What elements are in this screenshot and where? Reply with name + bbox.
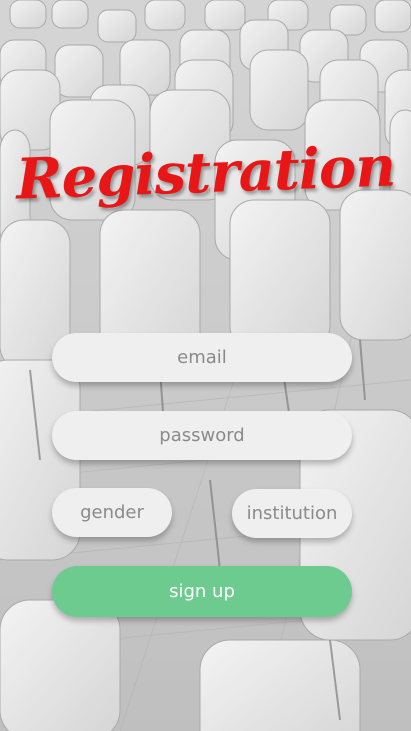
sign-up-button-label: sign up — [169, 581, 235, 602]
sign-up-button[interactable]: sign up — [52, 566, 352, 617]
gender-input[interactable] — [52, 488, 172, 537]
institution-input[interactable] — [232, 489, 352, 538]
email-input[interactable] — [52, 333, 352, 382]
password-input[interactable] — [52, 411, 352, 460]
